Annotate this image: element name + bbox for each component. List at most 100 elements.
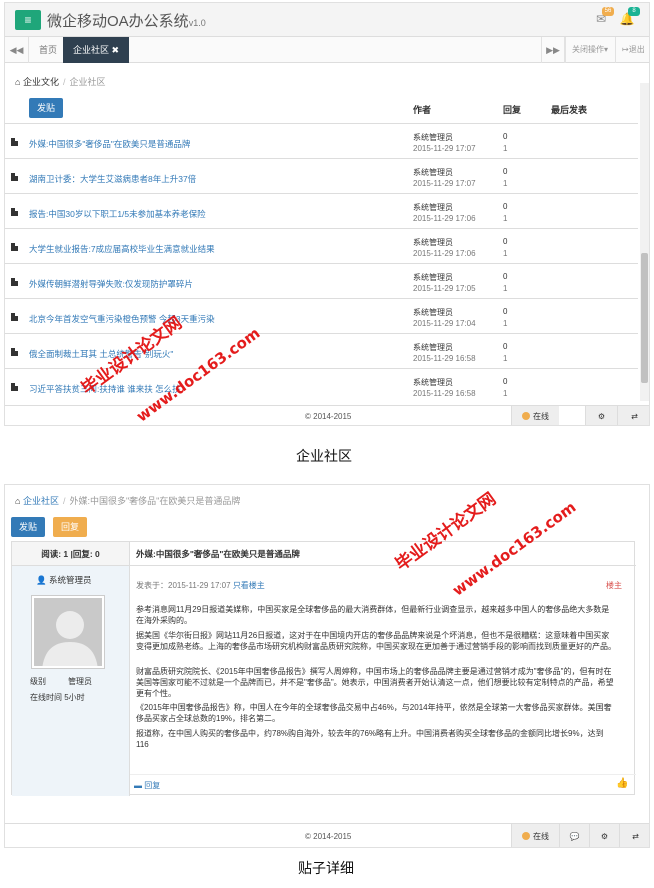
scrollbar-thumb[interactable]: [641, 253, 648, 383]
breadcrumb-current: 外媒:中国很多"奢侈品"在欧美只是普通品牌: [69, 496, 241, 506]
post-time: 2015-11-29 17:07: [413, 144, 476, 153]
switch-icon[interactable]: ⇄: [619, 824, 649, 847]
col-author: 作者: [413, 105, 432, 115]
paragraph: 财富品质研究院院长、《2015年中国奢侈品报告》撰写人周婷称，中国市场上的奢侈品…: [136, 667, 614, 698]
owner-tag: 楼主: [606, 581, 622, 590]
close-ops-dropdown[interactable]: 关闭操作▾: [565, 37, 614, 63]
table-row[interactable]: 北京今年首发空气重污染橙色预警 今起3天重污染 系统管理员 2015-11-29 1…: [5, 298, 638, 333]
bell-badge: 8: [628, 7, 640, 16]
post-time: 2015-11-29 17:06: [413, 249, 476, 258]
detail-breadcrumb: ⌂ 企业社区 / 外媒:中国很多"奢侈品"在欧美只是普通品牌: [15, 496, 241, 506]
post-views: 1: [503, 179, 508, 188]
post-replies: 0: [503, 132, 508, 141]
reply-button[interactable]: 回复: [53, 517, 88, 537]
app-version: v1.0: [188, 18, 206, 28]
post-author: 系统管理员: [413, 273, 453, 282]
community-list-screenshot: ≡ 微企移动OA办公系统v1.0 ✉ 56 🔔 8 ◀◀ 首页 企业社区 ✖ ▶▶ …: [4, 2, 650, 426]
table-row[interactable]: 大学生就业报告:7成应届高校毕业生满意就业结果 系统管理员 2015-11-29 1…: [5, 228, 638, 263]
reply-link[interactable]: ▬ 回复: [134, 780, 160, 791]
breadcrumb-current: 企业社区: [69, 77, 106, 87]
post-title-link[interactable]: 报告:中国30岁以下职工1/5未参加基本养老保险: [29, 208, 206, 220]
gear-icon[interactable]: ⚙: [589, 824, 619, 847]
tab-close-icon[interactable]: ✖: [112, 45, 120, 55]
post-button[interactable]: 发贴: [11, 517, 46, 537]
chat-icon[interactable]: 💬: [559, 824, 589, 847]
top-header: ≡ 微企移动OA办公系统v1.0 ✉ 56 🔔 8: [5, 3, 649, 37]
table-row[interactable]: 湖南卫计委：大学生艾滋病患者8年上升37倍 系统管理员 2015-11-29 17:…: [5, 158, 638, 193]
file-icon: [11, 173, 18, 181]
table-row[interactable]: 报告:中国30岁以下职工1/5未参加基本养老保险 系统管理员 2015-11-29 …: [5, 193, 638, 228]
avatar-silhouette-icon: [34, 598, 102, 666]
online-status-button[interactable]: 在线: [511, 824, 559, 847]
author-panel: 👤 系统管理员 级别 管理员 在线时间 5小时: [12, 566, 130, 796]
scrollbar[interactable]: [640, 83, 649, 401]
file-icon: [11, 313, 18, 321]
breadcrumb-root[interactable]: 企业文化: [23, 77, 59, 87]
tab-scroll-left-icon[interactable]: ◀◀: [5, 37, 29, 63]
post-author: 系统管理员: [413, 133, 453, 142]
only-owner-link[interactable]: 只看楼主: [233, 581, 265, 590]
post-replies: 0: [503, 202, 508, 211]
menu-toggle-button[interactable]: ≡: [15, 10, 41, 30]
post-title-link[interactable]: 湖南卫计委：大学生艾滋病患者8年上升37倍: [29, 173, 196, 185]
mail-badge: 56: [602, 7, 614, 16]
thumbs-up-icon[interactable]: 👍: [616, 778, 628, 789]
gear-icon[interactable]: ⚙: [585, 406, 617, 425]
post-author: 系统管理员: [413, 308, 453, 317]
post-detail-table: 阅读: 1 |回复: 0 外媒:中国很多"奢侈品"在欧美只是普通品牌 👤 系统管…: [11, 541, 636, 796]
post-replies: 0: [503, 237, 508, 246]
caption-community: 企业社区: [296, 449, 352, 465]
post-stats: 阅读: 1 |回复: 0: [12, 542, 130, 566]
level-label: 级别: [30, 677, 46, 686]
post-replies: 0: [503, 272, 508, 281]
paragraph: 参考消息网11月29日报道美媒称，中国买家是全球奢侈品的最大消费群体，但最新行业…: [136, 605, 610, 625]
online-time: 在线时间 5小时: [30, 693, 85, 702]
post-title-link[interactable]: 大学生就业报告:7成应届高校毕业生满意就业结果: [29, 243, 215, 255]
post-time: 2015-11-29 17:05: [413, 284, 476, 293]
copyright: © 2014-2015: [305, 412, 352, 421]
post-title: 外媒:中国很多"奢侈品"在欧美只是普通品牌: [130, 542, 636, 566]
online-status-button[interactable]: 在线: [511, 406, 559, 425]
post-author: 系统管理员: [413, 343, 453, 352]
post-title-link[interactable]: 外媒:中国很多"奢侈品"在欧美只是普通品牌: [29, 138, 190, 150]
avatar: [31, 595, 105, 669]
post-author: 系统管理员: [413, 238, 453, 247]
col-reply: 回复: [503, 105, 522, 115]
post-author: 系统管理员: [413, 203, 453, 212]
user-icon: 👤: [36, 575, 47, 585]
author-line: 👤 系统管理员: [36, 574, 91, 586]
post-views: 1: [503, 144, 508, 153]
post-views: 1: [503, 319, 508, 328]
tab-scroll-right-icon[interactable]: ▶▶: [541, 37, 565, 63]
home-icon: ⌂: [15, 77, 21, 87]
copyright: © 2014-2015: [305, 832, 352, 841]
post-views: 1: [503, 249, 508, 258]
post-views: 1: [503, 354, 508, 363]
mail-icon[interactable]: ✉ 56: [593, 7, 614, 28]
table-row[interactable]: 外媒传朝鲜潜射导弹失败:仅发现防护罩碎片 系统管理员 2015-11-29 17:0…: [5, 263, 638, 298]
logout-button[interactable]: ↦退出: [615, 37, 649, 63]
post-replies: 0: [503, 377, 508, 386]
post-author: 系统管理员: [413, 378, 453, 387]
app-title: 微企移动OA办公系统v1.0: [47, 13, 206, 30]
post-views: 1: [503, 284, 508, 293]
post-title-link[interactable]: 外媒传朝鲜潜射导弹失败:仅发现防护罩碎片: [29, 278, 193, 290]
tab-home[interactable]: 首页: [29, 37, 67, 63]
paragraph: 报道称，在中国人购买的奢侈品中，约78%购自海外，较去年的76%略有上升。中国消…: [136, 729, 604, 749]
post-title-link[interactable]: 北京今年首发空气重污染橙色预警 今起3天重污染: [29, 313, 215, 325]
level-value: 管理员: [68, 677, 92, 686]
footer: © 2014-2015 在线 💬 ⚙ ⇄: [5, 823, 649, 847]
switch-icon[interactable]: ⇄: [617, 406, 649, 425]
online-icon: [522, 832, 530, 840]
post-button[interactable]: 发贴: [29, 98, 64, 118]
home-icon: ⌂: [15, 496, 21, 506]
tab-community[interactable]: 企业社区 ✖: [63, 37, 130, 63]
post-views: 1: [503, 214, 508, 223]
breadcrumb-root[interactable]: 企业社区: [23, 496, 59, 506]
post-views: 1: [503, 389, 508, 398]
file-icon: [11, 243, 18, 251]
file-icon: [11, 208, 18, 216]
paragraph: 《2015年中国奢侈品报告》称，中国人在今年的全球奢侈品交易中占46%，与201…: [136, 703, 612, 723]
bell-icon[interactable]: 🔔 8: [619, 7, 640, 28]
table-row[interactable]: 外媒:中国很多"奢侈品"在欧美只是普通品牌 系统管理员 2015-11-29 17:…: [5, 123, 638, 158]
